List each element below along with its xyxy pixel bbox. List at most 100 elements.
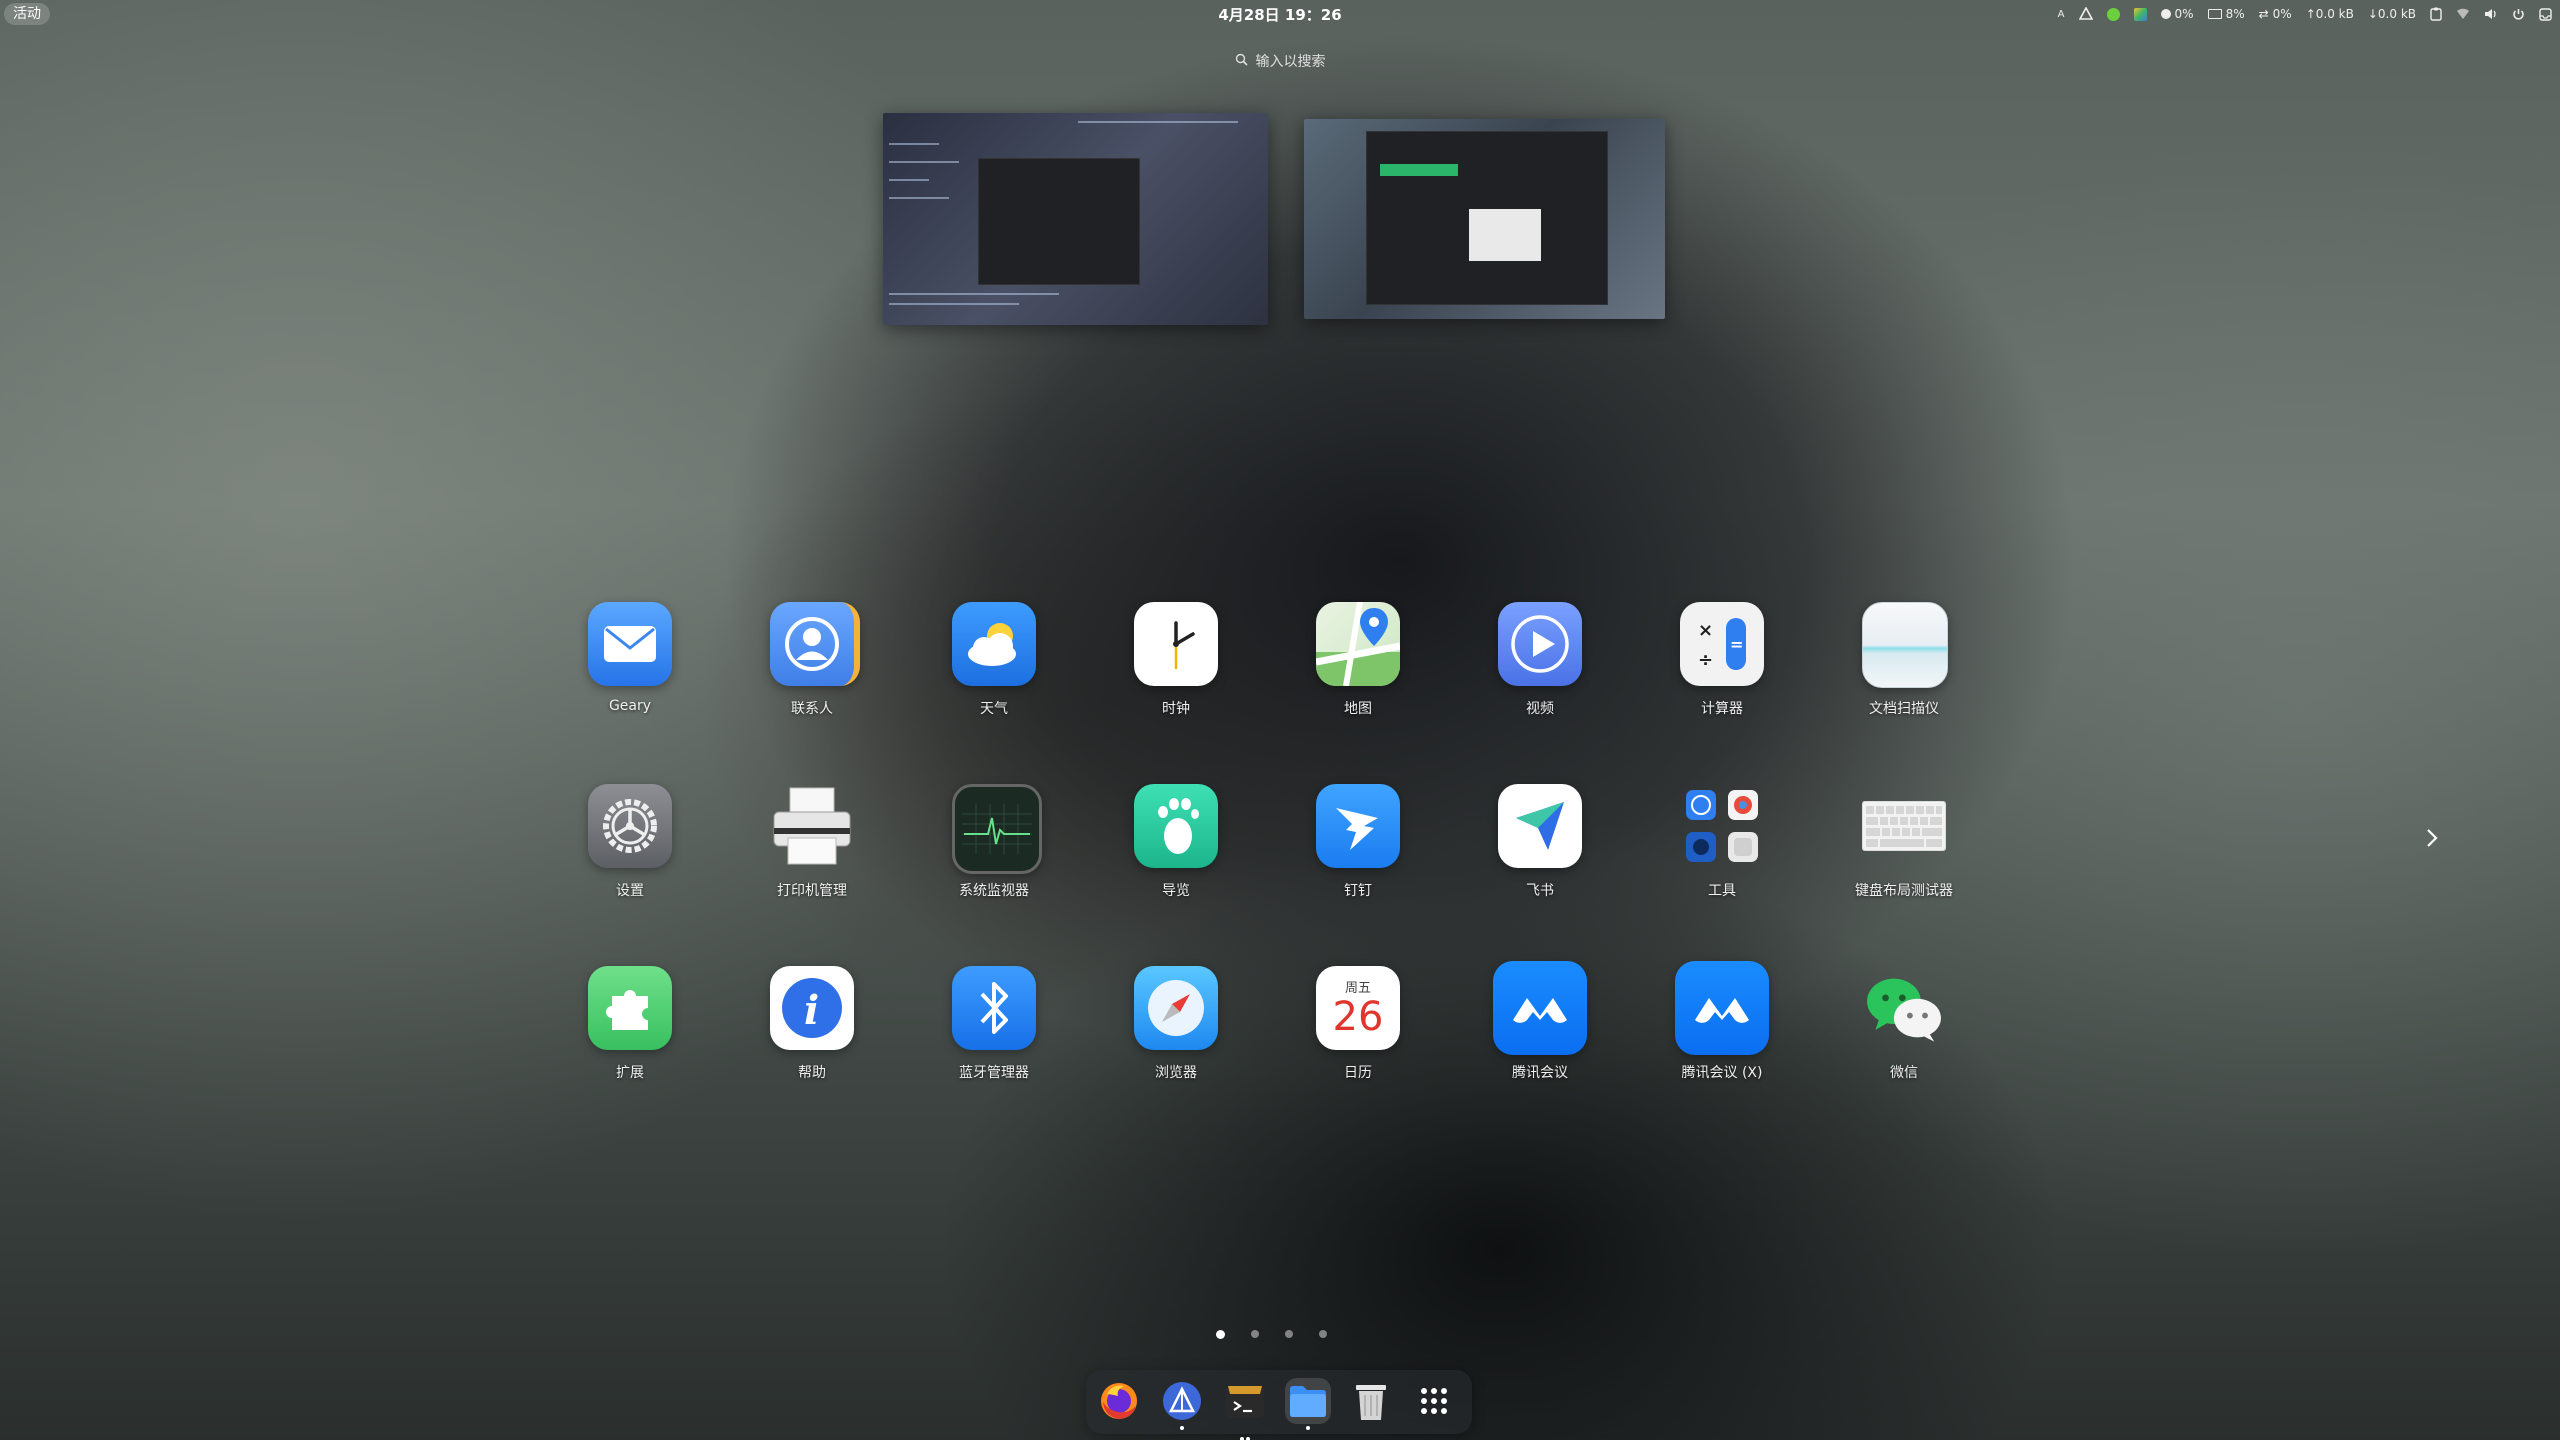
app-label: 工具	[1708, 883, 1736, 899]
calendar-icon: 周五 26	[1316, 966, 1400, 1050]
app-help[interactable]: i 帮助	[742, 961, 882, 1101]
app-browser[interactable]: 浏览器	[1106, 961, 1246, 1101]
system-monitor-icon	[952, 784, 1042, 874]
svg-text:×: ×	[1698, 620, 1713, 641]
app-icon	[1163, 1382, 1201, 1420]
trash-icon	[1356, 1385, 1386, 1420]
puzzle-icon	[588, 966, 672, 1050]
app-label: Geary	[608, 698, 652, 714]
terminal-icon	[1226, 1386, 1264, 1418]
app-label: 视频	[1526, 701, 1554, 717]
next-page-arrow[interactable]	[2418, 824, 2446, 852]
app-calculator[interactable]: × ÷ = 计算器	[1652, 597, 1792, 737]
app-label: 时钟	[1162, 701, 1190, 717]
weather-icon	[952, 602, 1036, 686]
colorful-tray-icon[interactable]	[2133, 7, 2147, 21]
app-label: 腾讯会议 (X)	[1681, 1065, 1763, 1081]
app-label: 微信	[1890, 1065, 1918, 1081]
firefox-icon	[1101, 1383, 1137, 1419]
files-icon	[1290, 1386, 1326, 1417]
app-geary[interactable]: Geary	[560, 597, 700, 737]
search-placeholder: 输入以搜索	[1255, 54, 1326, 70]
app-contacts[interactable]: 联系人	[742, 597, 882, 737]
app-extensions[interactable]: 扩展	[560, 961, 700, 1101]
page-dot-1[interactable]	[1216, 1330, 1225, 1339]
bluetooth-icon	[952, 966, 1036, 1050]
app-printer-manager[interactable]: 打印机管理	[742, 779, 882, 919]
tencent-meeting-x-icon	[1675, 961, 1769, 1055]
app-tools-folder[interactable]: 工具	[1652, 779, 1792, 919]
help-icon: i	[770, 966, 854, 1050]
download-speed[interactable]: ↓0.0 kB	[2368, 7, 2416, 21]
memory-indicator[interactable]: 8%	[2207, 7, 2245, 21]
app-tencent-meeting-x[interactable]: 腾讯会议 (X)	[1652, 961, 1792, 1101]
svg-text:=: =	[1730, 635, 1743, 654]
app-label: 地图	[1344, 701, 1372, 717]
dock-terminal[interactable]	[1222, 1378, 1268, 1440]
clock[interactable]: 4月28日 19：26	[1180, 4, 1380, 25]
input-method-indicator[interactable]: A	[2058, 9, 2065, 20]
desktop-wallpaper	[0, 0, 2560, 1440]
app-label: 键盘布局测试器	[1855, 883, 1953, 899]
swap-usage: 0%	[2272, 7, 2292, 21]
app-weather[interactable]: 天气	[924, 597, 1064, 737]
app-tencent-meeting[interactable]: 腾讯会议	[1470, 961, 1610, 1101]
dock-firefox[interactable]	[1096, 1378, 1142, 1424]
wifi-icon[interactable]	[2456, 8, 2470, 20]
dock-files[interactable]	[1285, 1378, 1331, 1430]
triangle-app-icon[interactable]	[2078, 7, 2093, 21]
video-icon	[1498, 602, 1582, 686]
running-indicator	[1306, 1426, 1310, 1430]
footprint-icon	[1134, 784, 1218, 868]
selected-chat-highlight	[1380, 164, 1458, 176]
app-feishu[interactable]: 飞书	[1470, 779, 1610, 919]
calendar-weekday: 周五	[1344, 980, 1371, 996]
svg-text:÷: ÷	[1698, 650, 1713, 671]
running-indicator	[1180, 1426, 1184, 1430]
app-maps[interactable]: 地图	[1288, 597, 1428, 737]
compass-icon	[1134, 966, 1218, 1050]
app-system-monitor[interactable]: 系统监视器	[924, 779, 1064, 919]
calendar-day: 26	[1332, 993, 1384, 1040]
cpu-usage: 0%	[2174, 7, 2194, 21]
app-settings[interactable]: 设置	[560, 779, 700, 919]
dock-trash[interactable]	[1348, 1378, 1394, 1424]
volume-icon[interactable]	[2484, 8, 2498, 20]
app-keyboard-tester[interactable]: 键盘布局测试器	[1834, 779, 1974, 919]
app-label: 系统监视器	[959, 883, 1029, 899]
top-bar: 活动 4月28日 19：26 A 0% 8% ⇄ 0% ↑0.0 kB ↓0.0…	[0, 0, 2560, 28]
settings-gear-icon	[588, 784, 672, 868]
swap-indicator[interactable]: ⇄ 0%	[2259, 7, 2292, 21]
upload-speed[interactable]: ↑0.0 kB	[2306, 7, 2354, 21]
page-dot-4[interactable]	[1319, 1330, 1327, 1338]
running-indicator	[1239, 1426, 1251, 1440]
app-video[interactable]: 视频	[1470, 597, 1610, 737]
workspace-thumbnail-1[interactable]	[883, 113, 1268, 325]
dock-show-apps[interactable]	[1411, 1378, 1457, 1424]
dock-app[interactable]	[1159, 1378, 1205, 1430]
svg-text:i: i	[804, 987, 819, 1034]
app-tour[interactable]: 导览	[1106, 779, 1246, 919]
app-label: 帮助	[798, 1065, 826, 1081]
page-dot-3[interactable]	[1285, 1330, 1293, 1338]
app-bluetooth-manager[interactable]: 蓝牙管理器	[924, 961, 1064, 1101]
notification-icon[interactable]	[2539, 7, 2552, 21]
power-icon[interactable]	[2512, 8, 2525, 21]
app-wechat[interactable]: 微信	[1834, 961, 1974, 1101]
app-clock[interactable]: 时钟	[1106, 597, 1246, 737]
contacts-icon	[770, 602, 860, 686]
app-document-scanner[interactable]: 文档扫描仪	[1834, 597, 1974, 737]
cpu-indicator[interactable]: 0%	[2160, 7, 2194, 21]
clock-icon	[1134, 602, 1218, 686]
green-status-icon[interactable]	[2106, 7, 2120, 21]
page-dot-2[interactable]	[1251, 1330, 1259, 1338]
search-bar[interactable]: 输入以搜索	[1110, 48, 1450, 74]
workspace-thumbnail-2[interactable]	[1304, 119, 1665, 319]
app-label: 文档扫描仪	[1869, 701, 1939, 717]
window-thumbnail	[978, 158, 1140, 285]
clipboard-icon[interactable]	[2430, 7, 2442, 21]
activities-button[interactable]: 活动	[4, 3, 50, 25]
app-calendar[interactable]: 周五 26 日历	[1288, 961, 1428, 1101]
app-dingtalk[interactable]: 钉钉	[1288, 779, 1428, 919]
system-tray: A 0% 8% ⇄ 0% ↑0.0 kB ↓0.0 kB	[2058, 4, 2552, 24]
